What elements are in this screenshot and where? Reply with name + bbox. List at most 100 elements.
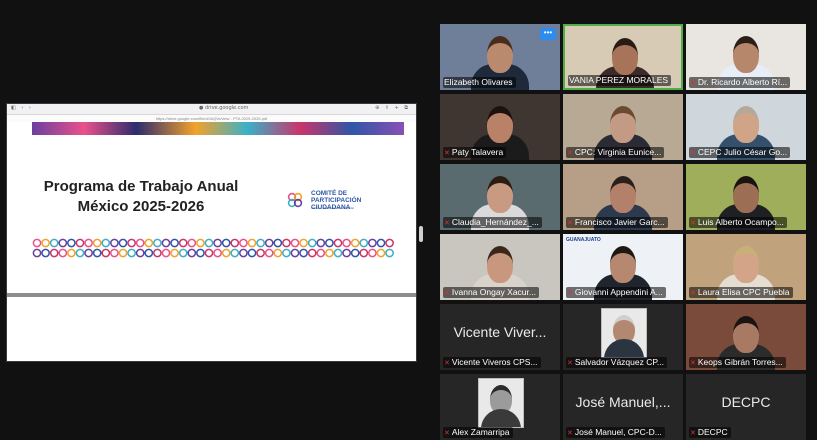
- participant-tile[interactable]: ✕ Keops Gibrán Torres...: [686, 304, 806, 370]
- pattern-ring: [273, 248, 283, 258]
- participant-tile[interactable]: GUANAJUATO ✕ Giovanni Appendini A...: [563, 234, 683, 300]
- pattern-ring: [256, 238, 265, 248]
- pattern-ring: [204, 248, 214, 258]
- browser-address[interactable]: ● drive.google.com: [199, 105, 248, 111]
- pattern-ring: [67, 248, 76, 258]
- pattern-ring: [187, 248, 197, 258]
- muted-mic-icon: ✕: [690, 150, 696, 157]
- pattern-ring: [316, 248, 326, 258]
- participant-video-head: [487, 106, 513, 143]
- participant-name: Laura Elisa CPC Puebla: [697, 287, 790, 297]
- pattern-ring: [239, 248, 248, 258]
- slide-title: Programa de Trabajo Anual México 2025-20…: [43, 178, 239, 215]
- pattern-ring: [187, 238, 197, 248]
- participant-tile[interactable]: Vicente Viver... ✕ Vicente Viveros CPS...: [440, 304, 560, 370]
- participant-name: Luis Alberto Ocampo...: [697, 217, 784, 227]
- pattern-ring: [213, 248, 222, 258]
- participant-name-label: ✕ Laura Elisa CPC Puebla: [689, 287, 793, 298]
- participant-name-label: ✕ Giovanni Appendini A...: [566, 287, 666, 298]
- panel-resize-handle[interactable]: [419, 226, 423, 242]
- participant-profile-photo: [601, 308, 647, 358]
- participant-name-label: VANIA PEREZ MORALES: [568, 75, 672, 86]
- pattern-ring: [41, 238, 50, 248]
- pattern-ring: [67, 238, 76, 248]
- pattern-ring: [144, 248, 154, 258]
- pattern-ring: [264, 248, 274, 258]
- participant-tile[interactable]: ✕ CEPC Julio César Go...: [686, 94, 806, 160]
- participant-video-head: [487, 176, 513, 213]
- participant-name: Keops Gibrán Torres...: [697, 357, 783, 367]
- pattern-ring: [325, 248, 334, 258]
- pattern-ring: [368, 248, 377, 258]
- pattern-ring: [307, 238, 317, 248]
- muted-mic-icon: ✕: [567, 220, 573, 227]
- pattern-ring: [49, 248, 59, 258]
- participant-tile[interactable]: ✕ Luis Alberto Ocampo...: [686, 164, 806, 230]
- participant-tile[interactable]: ••• Elizabeth Olivares: [440, 24, 560, 90]
- pattern-ring: [58, 238, 68, 248]
- participant-tile[interactable]: ✕ Alex Zamarripa: [440, 374, 560, 440]
- pattern-ring: [230, 248, 240, 258]
- pattern-ring: [110, 248, 119, 258]
- participant-name-label: ✕ Keops Gibrán Torres...: [689, 357, 786, 368]
- participant-tile[interactable]: ✕ CPC: Virginia Eunice...: [563, 94, 683, 160]
- pattern-ring: [290, 238, 300, 248]
- slide-banner: [32, 122, 404, 135]
- participant-tile[interactable]: VANIA PEREZ MORALES: [563, 24, 683, 90]
- pattern-ring: [368, 238, 377, 248]
- pattern-ring: [264, 238, 274, 248]
- muted-mic-icon: ✕: [567, 430, 573, 437]
- participant-video-head: [733, 246, 759, 283]
- browser-actions[interactable]: ⊕ ⇪ + ⧉: [375, 105, 410, 111]
- pattern-ring: [127, 248, 136, 258]
- pattern-ring: [135, 248, 145, 258]
- participant-tile[interactable]: ✕ Ivanna Ongay Xacur...: [440, 234, 560, 300]
- participant-name: Salvador Vázquez CP...: [574, 357, 665, 367]
- pattern-ring: [247, 248, 257, 258]
- participant-tile[interactable]: José Manuel,... ✕ José Manuel, CPC-D...: [563, 374, 683, 440]
- pattern-ring: [101, 248, 111, 258]
- pattern-ring: [385, 248, 394, 258]
- participant-tile[interactable]: DECPC ✕ DECPC: [686, 374, 806, 440]
- participant-name-label: ✕ CEPC Julio César Go...: [689, 147, 791, 158]
- muted-mic-icon: ✕: [690, 220, 696, 227]
- participant-name: Francisco Javier Garc...: [574, 217, 665, 227]
- pattern-ring: [118, 238, 128, 248]
- participant-tile[interactable]: ✕ Claudia_Hernández_...: [440, 164, 560, 230]
- participant-name-label: ✕ DECPC: [689, 427, 731, 438]
- browser-nav-controls[interactable]: ◧ ‹ ›: [11, 105, 33, 111]
- participant-name: Dr. Ricardo Alberto Rí...: [697, 77, 788, 87]
- pattern-ring: [161, 238, 171, 248]
- pattern-ring: [376, 248, 386, 258]
- pattern-ring: [239, 238, 248, 248]
- participant-name: CEPC Julio César Go...: [697, 147, 788, 157]
- participant-tile[interactable]: ✕ Salvador Vázquez CP...: [563, 304, 683, 370]
- document-url: https://drive.google.com/file/d/1kQ9x/vi…: [7, 115, 416, 122]
- participant-profile-photo: [478, 378, 524, 428]
- participant-name: Elizabeth Olivares: [444, 77, 513, 87]
- muted-mic-icon: ✕: [567, 290, 573, 297]
- pattern-ring: [213, 238, 222, 248]
- participant-video-head: [610, 106, 636, 143]
- muted-mic-icon: ✕: [444, 360, 450, 367]
- participant-name-label: ✕ Luis Alberto Ocampo...: [689, 217, 787, 228]
- pattern-ring: [92, 248, 102, 258]
- participant-name-label: Elizabeth Olivares: [443, 77, 516, 88]
- participant-tile[interactable]: ✕ Francisco Javier Garc...: [563, 164, 683, 230]
- pattern-ring: [49, 238, 59, 248]
- pattern-ring: [299, 238, 308, 248]
- participant-video-head: [733, 106, 759, 143]
- participant-name-label: ✕ Paty Talavera: [443, 147, 507, 158]
- participant-tile[interactable]: ✕ Paty Talavera: [440, 94, 560, 160]
- participant-tile[interactable]: ✕ Laura Elisa CPC Puebla: [686, 234, 806, 300]
- participant-tile[interactable]: ✕ Dr. Ricardo Alberto Rí...: [686, 24, 806, 90]
- cpc-logo: COMITÉ DE PARTICIPACIÓN CIUDADANA Sistem…: [287, 190, 377, 212]
- pattern-ring: [316, 238, 326, 248]
- pattern-ring: [376, 238, 386, 248]
- muted-mic-icon: ✕: [690, 360, 696, 367]
- pattern-ring: [350, 238, 360, 248]
- more-options-button[interactable]: •••: [540, 28, 556, 40]
- pattern-ring: [196, 238, 205, 248]
- pattern-ring: [144, 238, 154, 248]
- pattern-ring: [110, 238, 119, 248]
